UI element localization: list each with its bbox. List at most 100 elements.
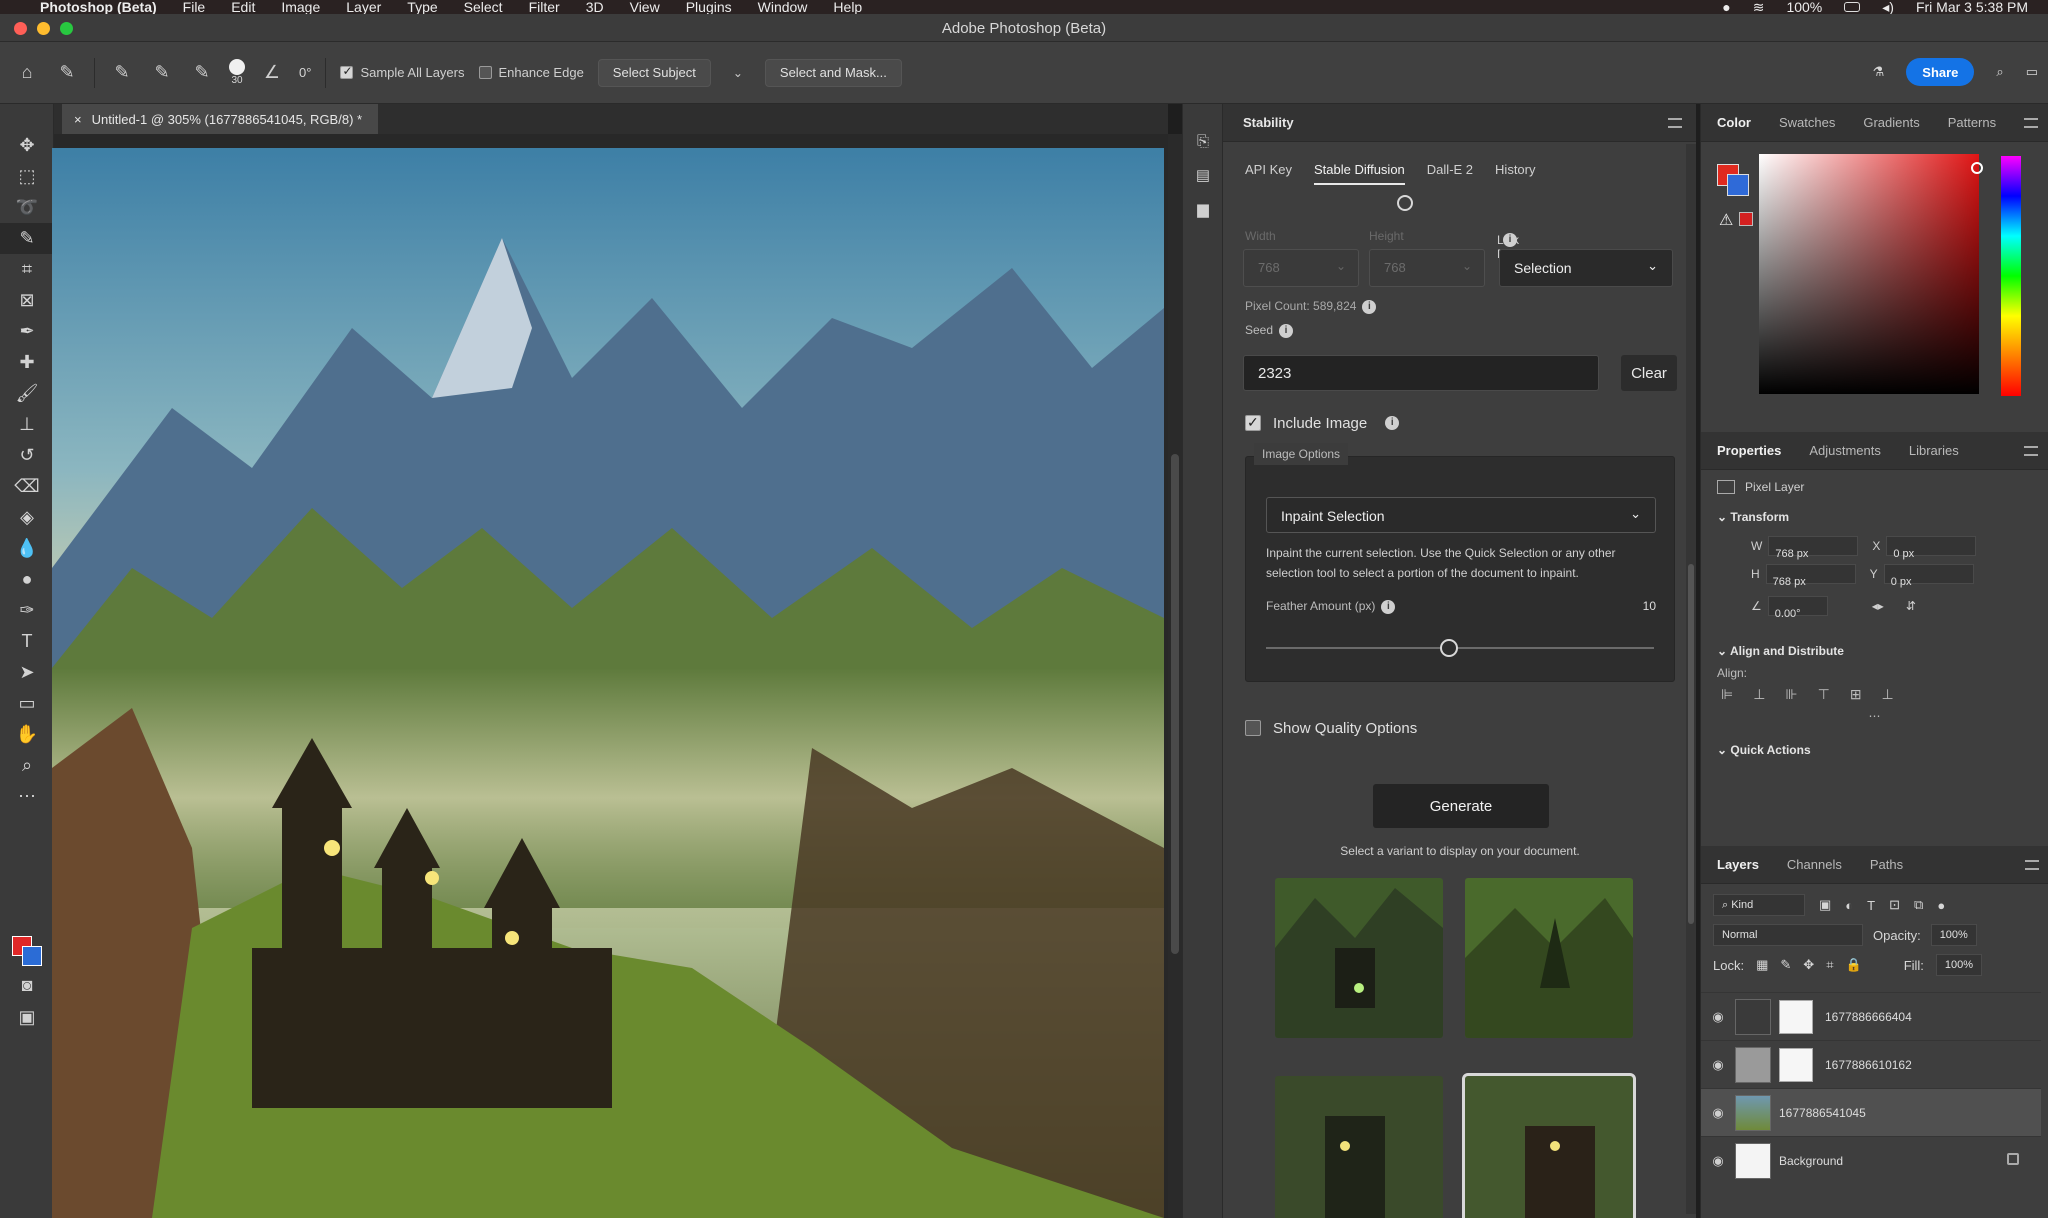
menu-image[interactable]: Image	[281, 0, 320, 14]
align-right-icon[interactable]: ⊪	[1785, 686, 1797, 703]
quick-actions-heading[interactable]: ⌄ Quick Actions	[1717, 733, 2032, 765]
tab-adjustments[interactable]: Adjustments	[1809, 443, 1881, 458]
filter-smart-object-icon[interactable]: ⧉	[1914, 897, 1923, 913]
menu-filter[interactable]: Filter	[529, 0, 560, 14]
stability-plugin-icon[interactable]: ⎘	[1183, 124, 1223, 158]
menu-3d[interactable]: 3D	[586, 0, 604, 14]
stamp-tool-icon[interactable]: ⊥	[0, 409, 54, 440]
tab-gradients[interactable]: Gradients	[1863, 115, 1919, 130]
width-input[interactable]: 768 px	[1768, 536, 1859, 560]
panel-menu-icon[interactable]	[2024, 446, 2038, 456]
menu-view[interactable]: View	[630, 0, 660, 14]
flip-horizontal-icon[interactable]: ◂▸	[1872, 599, 1884, 613]
beaker-icon[interactable]: ⚗	[1873, 64, 1885, 80]
show-quality-toggle[interactable]: Show Quality Options	[1223, 702, 1417, 742]
lock-position-icon[interactable]: ✥	[1803, 957, 1814, 973]
layer-row[interactable]: ◉ 1677886610162	[1701, 1040, 2041, 1088]
tab-swatches[interactable]: Swatches	[1779, 115, 1835, 130]
variant-thumbnail[interactable]	[1275, 878, 1443, 1038]
show-quality-checkbox[interactable]	[1245, 720, 1261, 736]
add-selection-icon[interactable]: ✎	[149, 60, 175, 86]
rectangle-tool-icon[interactable]: ▭	[0, 688, 54, 719]
blur-tool-icon[interactable]: 💧	[0, 533, 54, 564]
align-middle-icon[interactable]: ⊞	[1850, 686, 1862, 703]
variant-thumbnail-selected[interactable]	[1462, 1073, 1636, 1218]
menu-layer[interactable]: Layer	[346, 0, 381, 14]
layer-row-selected[interactable]: ◉ 1677886541045	[1701, 1088, 2041, 1136]
canvas-scrollbar[interactable]	[1168, 134, 1182, 1218]
layer-row[interactable]: ◉ 1677886666404	[1701, 992, 2041, 1040]
eyedropper-tool-icon[interactable]: ✒	[0, 316, 54, 347]
background-color-swatch[interactable]	[22, 946, 42, 966]
blend-mode-select[interactable]: Normal	[1713, 924, 1863, 946]
search-icon[interactable]: ⌕	[1996, 64, 2003, 80]
share-button[interactable]: Share	[1906, 58, 1975, 86]
workspace-icon[interactable]: ▭	[2026, 64, 2038, 80]
tab-paths[interactable]: Paths	[1870, 857, 1903, 872]
menu-help[interactable]: Help	[833, 0, 862, 14]
scroll-thumb[interactable]	[1688, 564, 1694, 924]
quick-selection-tool-icon[interactable]: ✎	[0, 223, 54, 254]
angle-value[interactable]: 0°	[299, 65, 311, 80]
lock-image-icon[interactable]: ✎	[1780, 957, 1791, 973]
layer-mask-thumbnail[interactable]	[1779, 999, 1813, 1034]
canvas-artwork[interactable]	[52, 148, 1164, 1218]
type-tool-icon[interactable]: T	[0, 626, 54, 657]
include-image-toggle[interactable]: Include Image i	[1223, 397, 1696, 437]
transform-heading[interactable]: ⌄ Transform	[1717, 500, 2032, 532]
menu-type[interactable]: Type	[407, 0, 437, 14]
color-picker-marker[interactable]	[1971, 162, 1983, 174]
menu-window[interactable]: Window	[758, 0, 808, 14]
height-input[interactable]: 768 px	[1765, 564, 1856, 588]
history-panel-icon[interactable]: ▤	[1183, 158, 1223, 192]
info-icon[interactable]: i	[1362, 299, 1377, 314]
info-icon[interactable]: i	[1381, 599, 1396, 614]
layer-mask-thumbnail[interactable]	[1779, 1047, 1813, 1082]
menu-app[interactable]: Photoshop (Beta)	[40, 0, 157, 14]
more-options-icon[interactable]: ⋯	[1717, 709, 2032, 723]
filter-toggle-icon[interactable]: ●	[1937, 898, 1945, 913]
path-selection-tool-icon[interactable]: ➤	[0, 657, 54, 688]
home-icon[interactable]: ⌂	[14, 60, 40, 86]
background-swatch[interactable]	[1727, 174, 1749, 196]
align-distribute-heading[interactable]: ⌄ Align and Distribute	[1717, 634, 2032, 666]
filter-shape-icon[interactable]: ⊡	[1889, 897, 1900, 913]
select-and-mask-button[interactable]: Select and Mask...	[764, 58, 902, 87]
zoom-tool-icon[interactable]: ⌕	[0, 750, 54, 781]
dodge-tool-icon[interactable]: ●	[0, 564, 54, 595]
fill-input[interactable]: 100%	[1935, 954, 1982, 976]
info-icon[interactable]: i	[1279, 323, 1294, 338]
menu-file[interactable]: File	[183, 0, 206, 14]
sample-all-layers-toggle[interactable]: Sample All Layers	[340, 64, 465, 80]
kind-filter-select[interactable]: ⌕ Kind	[1713, 894, 1805, 916]
hue-slider[interactable]	[2001, 156, 2021, 396]
hand-tool-icon[interactable]: ✋	[0, 719, 54, 750]
screen-mode-icon[interactable]: ▣	[0, 1002, 54, 1033]
lock-transparent-icon[interactable]: ▦	[1756, 957, 1768, 973]
eraser-tool-icon[interactable]: ⌫	[0, 471, 54, 502]
volume-icon[interactable]: ◂)	[1882, 0, 1894, 14]
visibility-eye-icon[interactable]: ◉	[1701, 1153, 1735, 1169]
pen-tool-icon[interactable]: ✑	[0, 595, 54, 626]
filter-adjustment-icon[interactable]: ◐	[1845, 898, 1853, 913]
panel-menu-icon[interactable]	[1668, 118, 1682, 128]
healing-brush-tool-icon[interactable]: ✚	[0, 347, 54, 378]
gamut-swatch[interactable]	[1739, 212, 1753, 226]
feather-slider-handle[interactable]	[1440, 639, 1458, 657]
out-of-gamut-warning-icon[interactable]: ⚠	[1719, 210, 1733, 230]
height-select[interactable]: 768 ⌄	[1369, 249, 1485, 287]
strength-slider[interactable]	[1223, 185, 1696, 225]
quick-selection-preset-icon[interactable]: ✎	[54, 60, 80, 86]
lock-artboard-icon[interactable]: ⌗	[1826, 957, 1833, 973]
feather-slider[interactable]	[1266, 639, 1654, 657]
generate-button[interactable]: Generate	[1373, 784, 1549, 828]
sample-all-layers-checkbox[interactable]	[340, 64, 354, 79]
crop-tool-icon[interactable]: ⌗	[0, 254, 54, 285]
filter-type-icon[interactable]: T	[1867, 898, 1875, 913]
panel-menu-icon[interactable]	[2024, 118, 2038, 128]
align-bottom-icon[interactable]: ⊥	[1882, 686, 1894, 703]
history-brush-tool-icon[interactable]: ↺	[0, 440, 54, 471]
info-icon[interactable]: i	[1503, 233, 1517, 247]
frame-tool-icon[interactable]: ⊠	[0, 285, 54, 316]
menu-select[interactable]: Select	[464, 0, 503, 14]
